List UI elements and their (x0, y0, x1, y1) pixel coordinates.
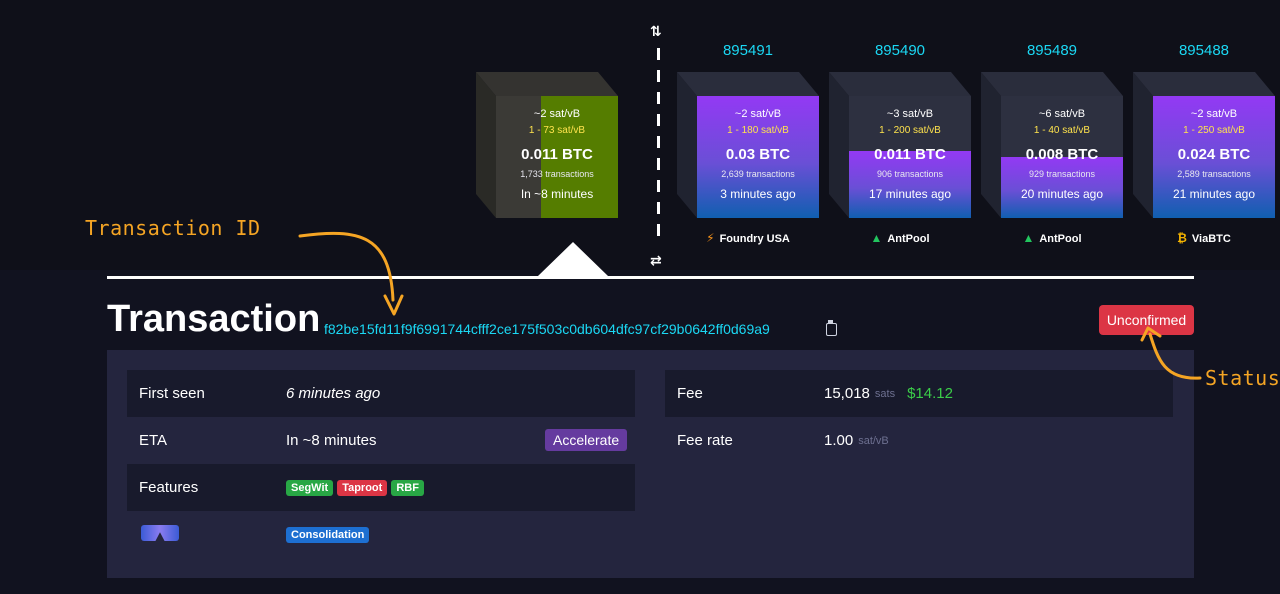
block-fee: ~2 sat/vB (734, 108, 782, 120)
block-size: 0.011 BTC (874, 146, 946, 163)
block-face: ~2 sat/vB 1 - 73 sat/vB 0.011 BTC 1,733 … (496, 96, 618, 218)
block-time: 21 minutes ago (1172, 187, 1256, 201)
block-fee: ~2 sat/vB (533, 108, 581, 120)
block-fee-range: 1 - 200 sat/vB (879, 125, 941, 136)
block-fee-range: 1 - 180 sat/vB (727, 125, 789, 136)
block-face: ~3 sat/vB 1 - 200 sat/vB 0.011 BTC 906 tran… (849, 96, 971, 218)
block-time: 3 minutes ago (720, 187, 796, 201)
block-fee: ~6 sat/vB (1038, 108, 1086, 120)
block-face: ~2 sat/vB 1 - 180 sat/vB 0.03 BTC 2,639 tra… (697, 96, 819, 218)
block-fee-range: 1 - 250 sat/vB (1183, 125, 1245, 136)
block-size: 0.024 BTC (1177, 146, 1251, 163)
block-tx-count: 2,639 transactions (721, 169, 795, 179)
block-tx-count: 1,733 transactions (520, 169, 594, 179)
annotation-arrows (298, 231, 1202, 380)
block-time: 17 minutes ago (868, 187, 952, 201)
block-fee: ~2 sat/vB (1190, 108, 1238, 120)
block-time: 20 minutes ago (1020, 187, 1104, 201)
block-time: In ~8 minutes (520, 187, 594, 201)
block-fee-range: 1 - 73 sat/vB (528, 125, 586, 136)
block-size: 0.008 BTC (1025, 146, 1099, 163)
block-tx-count: 906 transactions (876, 169, 944, 179)
block-fee: ~3 sat/vB (886, 108, 934, 120)
block-fee-range: 1 - 40 sat/vB (1033, 125, 1091, 136)
block-size: 0.03 BTC (725, 146, 791, 163)
block-size: 0.011 BTC (521, 146, 593, 163)
block-tx-count: 929 transactions (1028, 169, 1096, 179)
block-face: ~2 sat/vB 1 - 250 sat/vB 0.024 BTC 2,589 tr… (1153, 96, 1275, 218)
block-face: ~6 sat/vB 1 - 40 sat/vB 0.008 BTC 929 trans… (1001, 96, 1123, 218)
block-tx-count: 2,589 transactions (1177, 169, 1251, 179)
